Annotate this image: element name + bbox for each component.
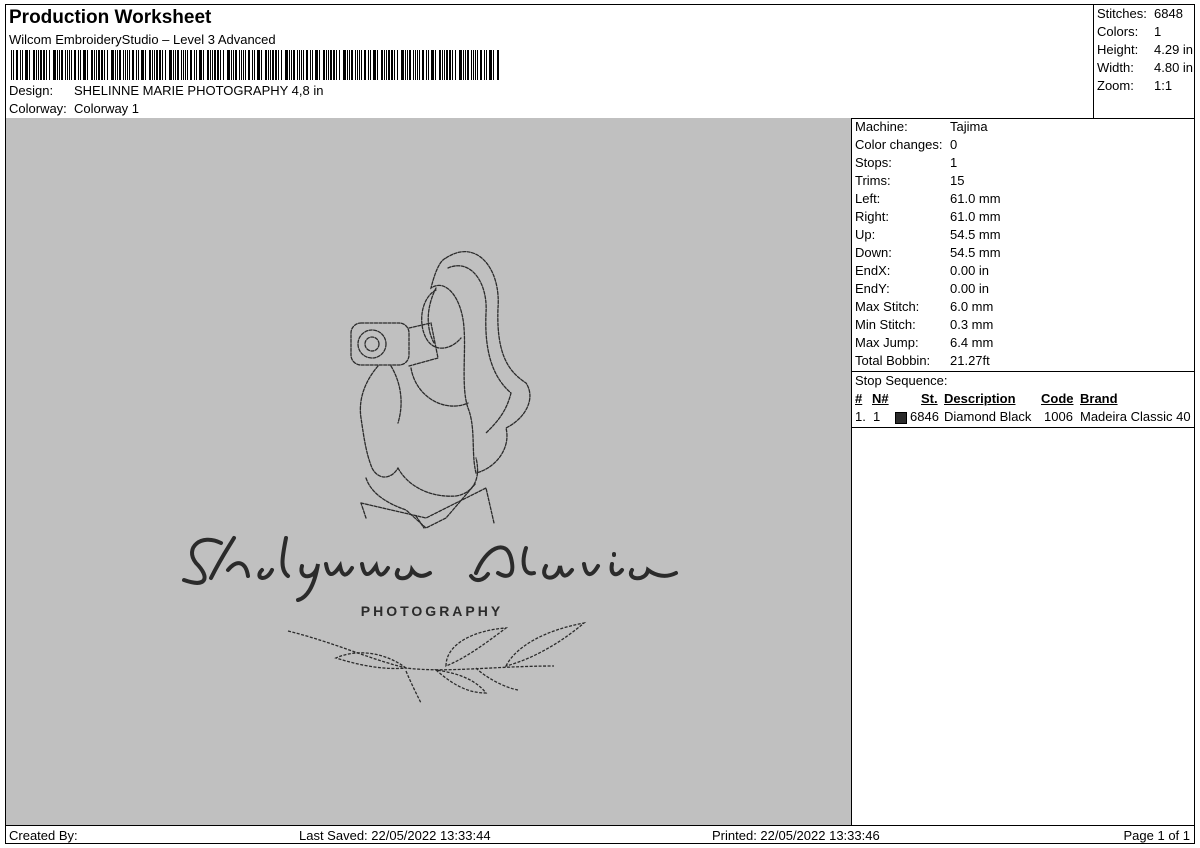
- divider: [852, 427, 1194, 428]
- colorway-label: Colorway:: [9, 101, 67, 116]
- summary-panel: Stitches: 6848 Colors: 1 Height: 4.29 in Wi…: [1093, 5, 1195, 119]
- leaf-branch-illustration: [287, 621, 587, 704]
- info-row: Trims: 15: [855, 172, 964, 190]
- row-description: Diamond Black: [944, 409, 1032, 424]
- printed-date: Printed: 22/05/2022 13:33:46: [712, 828, 880, 843]
- info-value: 6.4 mm: [950, 335, 994, 350]
- summary-value: 1: [1154, 24, 1162, 39]
- info-label: Total Bobbin:: [855, 353, 931, 368]
- info-value: 21.27ft: [950, 353, 990, 368]
- info-value: 0.3 mm: [950, 317, 994, 332]
- design-value: SHELINNE MARIE PHOTOGRAPHY 4,8 in: [74, 83, 324, 98]
- info-value: Tajima: [950, 119, 988, 134]
- woman-with-camera-illustration: [350, 251, 531, 529]
- machine-info-panel: Machine: Tajima Color changes: 0 Stops: 1 T…: [852, 118, 1194, 825]
- info-row: Stops: 1: [855, 154, 957, 172]
- info-label: Max Stitch:: [855, 299, 920, 314]
- summary-row-zoom: Zoom: 1:1: [1097, 77, 1172, 95]
- photography-tag-text: PHOTOGRAPHY: [361, 603, 503, 619]
- info-row: Total Bobbin: 21.27ft: [855, 352, 990, 370]
- info-value: 15: [950, 173, 965, 188]
- info-label: Right:: [855, 209, 889, 224]
- info-row: Machine: Tajima: [855, 118, 988, 136]
- summary-value: 4.80 in: [1154, 60, 1194, 75]
- info-label: EndY:: [855, 281, 890, 296]
- info-row: Color changes: 0: [855, 136, 957, 154]
- design-label: Design:: [9, 83, 54, 98]
- page-number: Page 1 of 1: [1123, 828, 1191, 843]
- summary-row-colors: Colors: 1: [1097, 23, 1161, 41]
- info-value: 0.00 in: [950, 281, 990, 296]
- created-by: Created By:: [9, 828, 78, 843]
- thread-color-swatch: [895, 412, 907, 424]
- summary-row-height: Height: 4.29 in: [1097, 41, 1193, 59]
- script-name-stitching: [182, 536, 678, 602]
- summary-value: 6848: [1154, 6, 1183, 21]
- colorway-value: Colorway 1: [74, 101, 140, 116]
- info-value: 54.5 mm: [950, 227, 1001, 242]
- info-value: 0.00 in: [950, 263, 990, 278]
- row-n: 1: [873, 409, 881, 424]
- info-label: Min Stitch:: [855, 317, 916, 332]
- info-row: Left: 61.0 mm: [855, 190, 1001, 208]
- page-title: Production Worksheet: [9, 7, 212, 28]
- info-label: Up:: [855, 227, 876, 242]
- info-row: EndX: 0.00 in: [855, 262, 989, 280]
- info-label: Color changes:: [855, 137, 943, 152]
- info-row: Max Jump: 6.4 mm: [855, 334, 993, 352]
- info-value: 54.5 mm: [950, 245, 1001, 260]
- summary-value: 1:1: [1154, 78, 1173, 93]
- embroidery-design-image: PHOTOGRAPHY: [182, 251, 678, 704]
- summary-label: Stitches:: [1097, 6, 1147, 21]
- info-row: Right: 61.0 mm: [855, 208, 1001, 226]
- worksheet-footer: Created By: Last Saved: 22/05/2022 13:33…: [6, 825, 1194, 845]
- summary-row-stitches: Stitches: 6848: [1097, 5, 1183, 23]
- summary-label: Zoom:: [1097, 78, 1134, 93]
- design-row: Design: SHELINNE MARIE PHOTOGRAPHY 4,8 in: [9, 83, 323, 98]
- info-row: Down: 54.5 mm: [855, 244, 1001, 262]
- info-label: Left:: [855, 191, 881, 206]
- row-code: 1006: [1044, 409, 1073, 424]
- info-value: 61.0 mm: [950, 191, 1001, 206]
- summary-label: Height:: [1097, 42, 1139, 57]
- col-header-num: #: [855, 391, 863, 406]
- col-header-st: St.: [921, 391, 938, 406]
- colorway-row: Colorway: Colorway 1: [9, 101, 139, 116]
- info-label: EndX:: [855, 263, 891, 278]
- info-label: Max Jump:: [855, 335, 919, 350]
- info-value: 0: [950, 137, 958, 152]
- info-label: Machine:: [855, 119, 908, 134]
- last-saved: Last Saved: 22/05/2022 13:33:44: [299, 828, 491, 843]
- info-row: EndY: 0.00 in: [855, 280, 989, 298]
- stop-sequence-title: Stop Sequence:: [855, 373, 948, 388]
- summary-value: 4.29 in: [1154, 42, 1194, 57]
- info-label: Trims:: [855, 173, 891, 188]
- worksheet-frame: Production Worksheet Wilcom EmbroiderySt…: [5, 4, 1195, 844]
- col-header-description: Description: [944, 391, 1016, 406]
- design-preview-canvas: PHOTOGRAPHY: [6, 118, 852, 825]
- info-label: Down:: [855, 245, 892, 260]
- info-label: Stops:: [855, 155, 892, 170]
- software-subtitle: Wilcom EmbroideryStudio – Level 3 Advanc…: [9, 32, 276, 47]
- col-header-n: N#: [872, 391, 889, 406]
- info-row: Min Stitch: 0.3 mm: [855, 316, 993, 334]
- barcode-gap: [499, 50, 500, 80]
- summary-row-width: Width: 4.80 in: [1097, 59, 1193, 77]
- summary-label: Colors:: [1097, 24, 1139, 39]
- col-header-brand: Brand: [1080, 391, 1118, 406]
- barcode: [11, 50, 503, 80]
- info-row: Max Stitch: 6.0 mm: [855, 298, 993, 316]
- row-stitches: 6846: [910, 409, 939, 424]
- info-row: Up: 54.5 mm: [855, 226, 1001, 244]
- info-value: 61.0 mm: [950, 209, 1001, 224]
- row-num: 1.: [855, 409, 866, 424]
- info-value: 6.0 mm: [950, 299, 994, 314]
- summary-label: Width:: [1097, 60, 1134, 75]
- worksheet-header: Production Worksheet Wilcom EmbroiderySt…: [6, 5, 1093, 119]
- row-brand: Madeira Classic 40: [1080, 409, 1191, 424]
- col-header-code: Code: [1041, 391, 1074, 406]
- info-value: 1: [950, 155, 958, 170]
